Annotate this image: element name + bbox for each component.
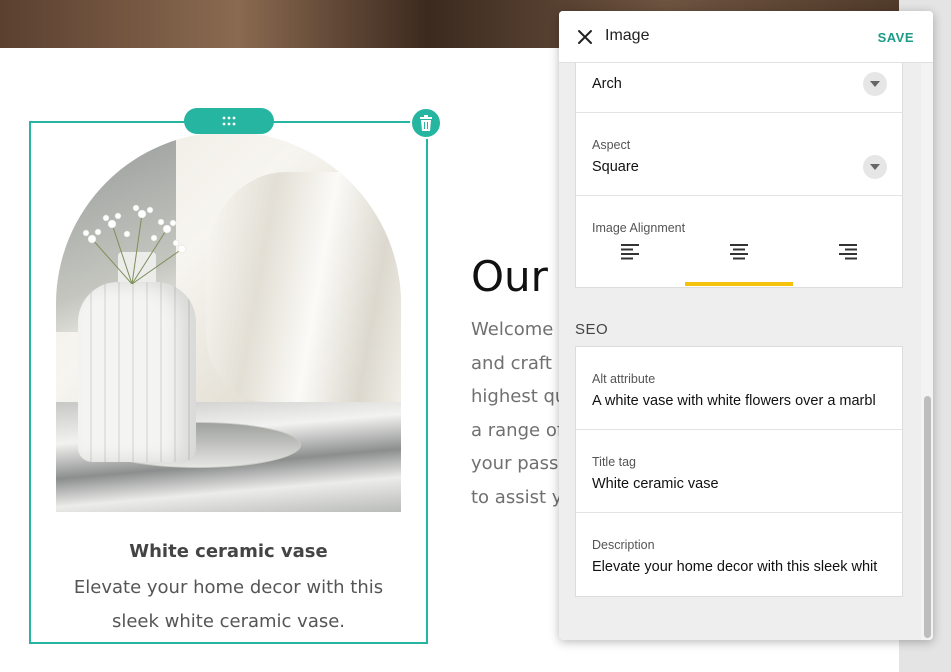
align-center-button[interactable] bbox=[684, 240, 794, 286]
drag-grid-icon bbox=[222, 116, 236, 126]
shape-dropdown-button[interactable] bbox=[863, 72, 887, 96]
aspect-dropdown-button[interactable] bbox=[863, 155, 887, 179]
section-body: Welcome t and craft n highest qu a range… bbox=[471, 313, 574, 514]
section-line: a range of bbox=[471, 419, 564, 441]
image-settings-panel: Arch Aspect Square Image Alignment SEO A… bbox=[559, 11, 933, 640]
delete-block-button[interactable] bbox=[410, 107, 442, 139]
aspect-select[interactable]: Aspect Square bbox=[576, 113, 902, 196]
image-alignment-label: Image Alignment bbox=[592, 221, 686, 235]
close-icon[interactable] bbox=[575, 27, 595, 47]
layout-group: Arch Aspect Square Image Alignment bbox=[575, 29, 903, 288]
image-flowers bbox=[82, 204, 187, 284]
panel-title: Image bbox=[605, 27, 650, 44]
caption-title: White ceramic vase bbox=[129, 541, 328, 562]
description-label: Description bbox=[592, 538, 655, 552]
aspect-label: Aspect bbox=[592, 138, 631, 152]
drag-handle[interactable] bbox=[184, 108, 274, 134]
alt-attribute-label: Alt attribute bbox=[592, 372, 656, 386]
panel-scrollbar-thumb[interactable] bbox=[924, 396, 931, 638]
save-button[interactable]: SAVE bbox=[878, 30, 914, 45]
title-tag-label: Title tag bbox=[592, 455, 637, 469]
description-field[interactable]: Description Elevate your home decor with… bbox=[576, 513, 902, 596]
section-line: highest qu bbox=[471, 386, 567, 407]
alt-attribute-field[interactable]: Alt attribute A white vase with white fl… bbox=[576, 347, 902, 430]
vase-image[interactable] bbox=[56, 132, 401, 512]
align-center-icon bbox=[730, 244, 748, 260]
section-heading: Our bbox=[471, 252, 548, 301]
alignment-options bbox=[576, 240, 902, 286]
seo-group: Alt attribute A white vase with white fl… bbox=[575, 346, 903, 597]
align-left-button[interactable] bbox=[576, 240, 685, 286]
image-alignment-field: Image Alignment bbox=[576, 196, 902, 287]
chevron-down-icon bbox=[870, 164, 880, 170]
description-input[interactable]: Elevate your home decor with this sleek … bbox=[592, 559, 888, 575]
panel-header: Image SAVE bbox=[559, 11, 933, 63]
panel-scrollbar[interactable] bbox=[921, 63, 933, 640]
alt-attribute-input[interactable]: A white vase with white flowers over a m… bbox=[592, 393, 888, 409]
shape-value: Arch bbox=[592, 76, 622, 92]
caption-text: Elevate your home decor with this sleek … bbox=[73, 577, 384, 632]
image-cloth bbox=[206, 172, 401, 402]
title-tag-input[interactable]: White ceramic vase bbox=[592, 476, 888, 492]
canvas: White ceramic vase Elevate your home dec… bbox=[0, 0, 951, 672]
section-line: your passic bbox=[471, 453, 574, 474]
align-right-button[interactable] bbox=[793, 240, 902, 286]
seo-section-heading: SEO bbox=[575, 321, 609, 338]
aspect-value: Square bbox=[592, 159, 639, 175]
section-line: to assist yo bbox=[471, 486, 574, 508]
align-right-icon bbox=[838, 244, 857, 260]
image-vase bbox=[78, 282, 196, 462]
section-line: and craft n bbox=[471, 352, 570, 374]
align-left-icon bbox=[621, 244, 640, 260]
section-line: Welcome t bbox=[471, 319, 567, 340]
trash-icon bbox=[420, 115, 432, 131]
chevron-down-icon bbox=[870, 81, 880, 87]
title-tag-field[interactable]: Title tag White ceramic vase bbox=[576, 430, 902, 513]
